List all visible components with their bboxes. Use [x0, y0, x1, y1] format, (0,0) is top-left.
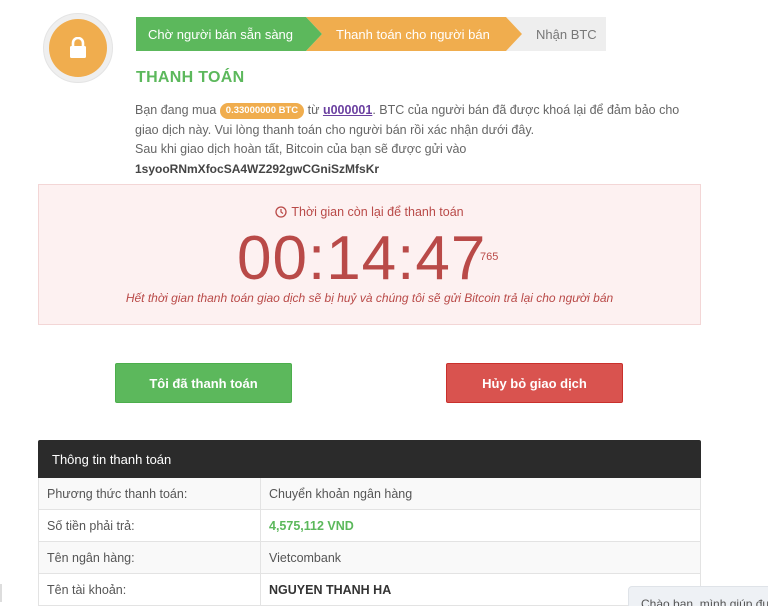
payment-description: Bạn đang mua 0.33000000 BTC từ u000001. …	[135, 101, 695, 179]
countdown-ms: 765	[480, 251, 499, 263]
step-label: Nhận BTC	[536, 26, 597, 42]
lock-circle	[49, 19, 107, 77]
row-key: Phương thức thanh toán:	[39, 478, 261, 509]
table-row: Tên ngân hàng: Vietcombank	[38, 542, 701, 574]
row-key: Tên tài khoản:	[39, 574, 261, 605]
step-label: Thanh toán cho người bán	[336, 26, 490, 42]
desc-text: . BTC của người bán đã được khoá lại để …	[135, 103, 680, 137]
page-title: THANH TOÁN	[136, 69, 245, 86]
step-pay-seller: Thanh toán cho người bán	[306, 17, 522, 51]
btc-amount-badge: 0.33000000 BTC	[219, 103, 305, 119]
table-row: Phương thức thanh toán: Chuyển khoản ngâ…	[38, 478, 701, 510]
step-label: Chờ người bán sẵn sàng	[148, 26, 294, 42]
confirm-paid-button[interactable]: Tôi đã thanh toán	[115, 363, 292, 403]
payment-info-header: Thông tin thanh toán	[38, 440, 701, 478]
row-key: Tên ngân hàng:	[39, 542, 261, 573]
desc-text: từ	[307, 103, 320, 117]
lock-avatar	[43, 13, 113, 83]
countdown-panel: Thời gian còn lại để thanh toán 00:14:47…	[38, 184, 701, 325]
table-row: Số tiền phải trả: 4,575,112 VND	[38, 510, 701, 542]
lock-icon	[70, 37, 86, 58]
clock-icon	[275, 206, 288, 218]
step-waiting-seller: Chờ người bán sẵn sàng	[136, 17, 322, 51]
countdown-label: Thời gian còn lại để thanh toán	[39, 205, 700, 219]
cancel-transaction-button[interactable]: Hủy bỏ giao dịch	[446, 363, 623, 403]
payment-info-table: Thông tin thanh toán Phương thức thanh t…	[38, 440, 701, 606]
countdown-value: 00:14:47	[237, 224, 487, 293]
row-value: Vietcombank	[269, 550, 342, 565]
row-value-amount: 4,575,112 VND	[269, 518, 354, 533]
countdown-note: Hết thời gian thanh toán giao dịch sẽ bị…	[125, 291, 614, 305]
payment-info-rows: Phương thức thanh toán: Chuyển khoản ngâ…	[38, 478, 701, 606]
payment-page: Chờ người bán sẵn sàng Thanh toán cho ng…	[0, 0, 768, 606]
countdown-label-text: Thời gian còn lại để thanh toán	[291, 205, 464, 219]
desc-text: Bạn đang mua	[135, 103, 217, 117]
btc-address: 1syooRNmXfocSA4WZ292gwCGniSzMfsKr	[135, 161, 380, 176]
seller-link[interactable]: u000001	[323, 103, 372, 117]
chat-widget-button[interactable]: Chào bạn, mình giúp được gì	[628, 586, 768, 606]
row-value: Chuyển khoản ngân hàng	[269, 486, 413, 501]
edge-divider	[0, 584, 2, 602]
desc-text: Sau khi giao dịch hoàn tất, Bitcoin của …	[135, 142, 467, 156]
progress-stepper: Chờ người bán sẵn sàng Thanh toán cho ng…	[136, 17, 606, 51]
row-key: Số tiền phải trả:	[39, 510, 261, 541]
table-row: Tên tài khoản: NGUYEN THANH HA	[38, 574, 701, 606]
